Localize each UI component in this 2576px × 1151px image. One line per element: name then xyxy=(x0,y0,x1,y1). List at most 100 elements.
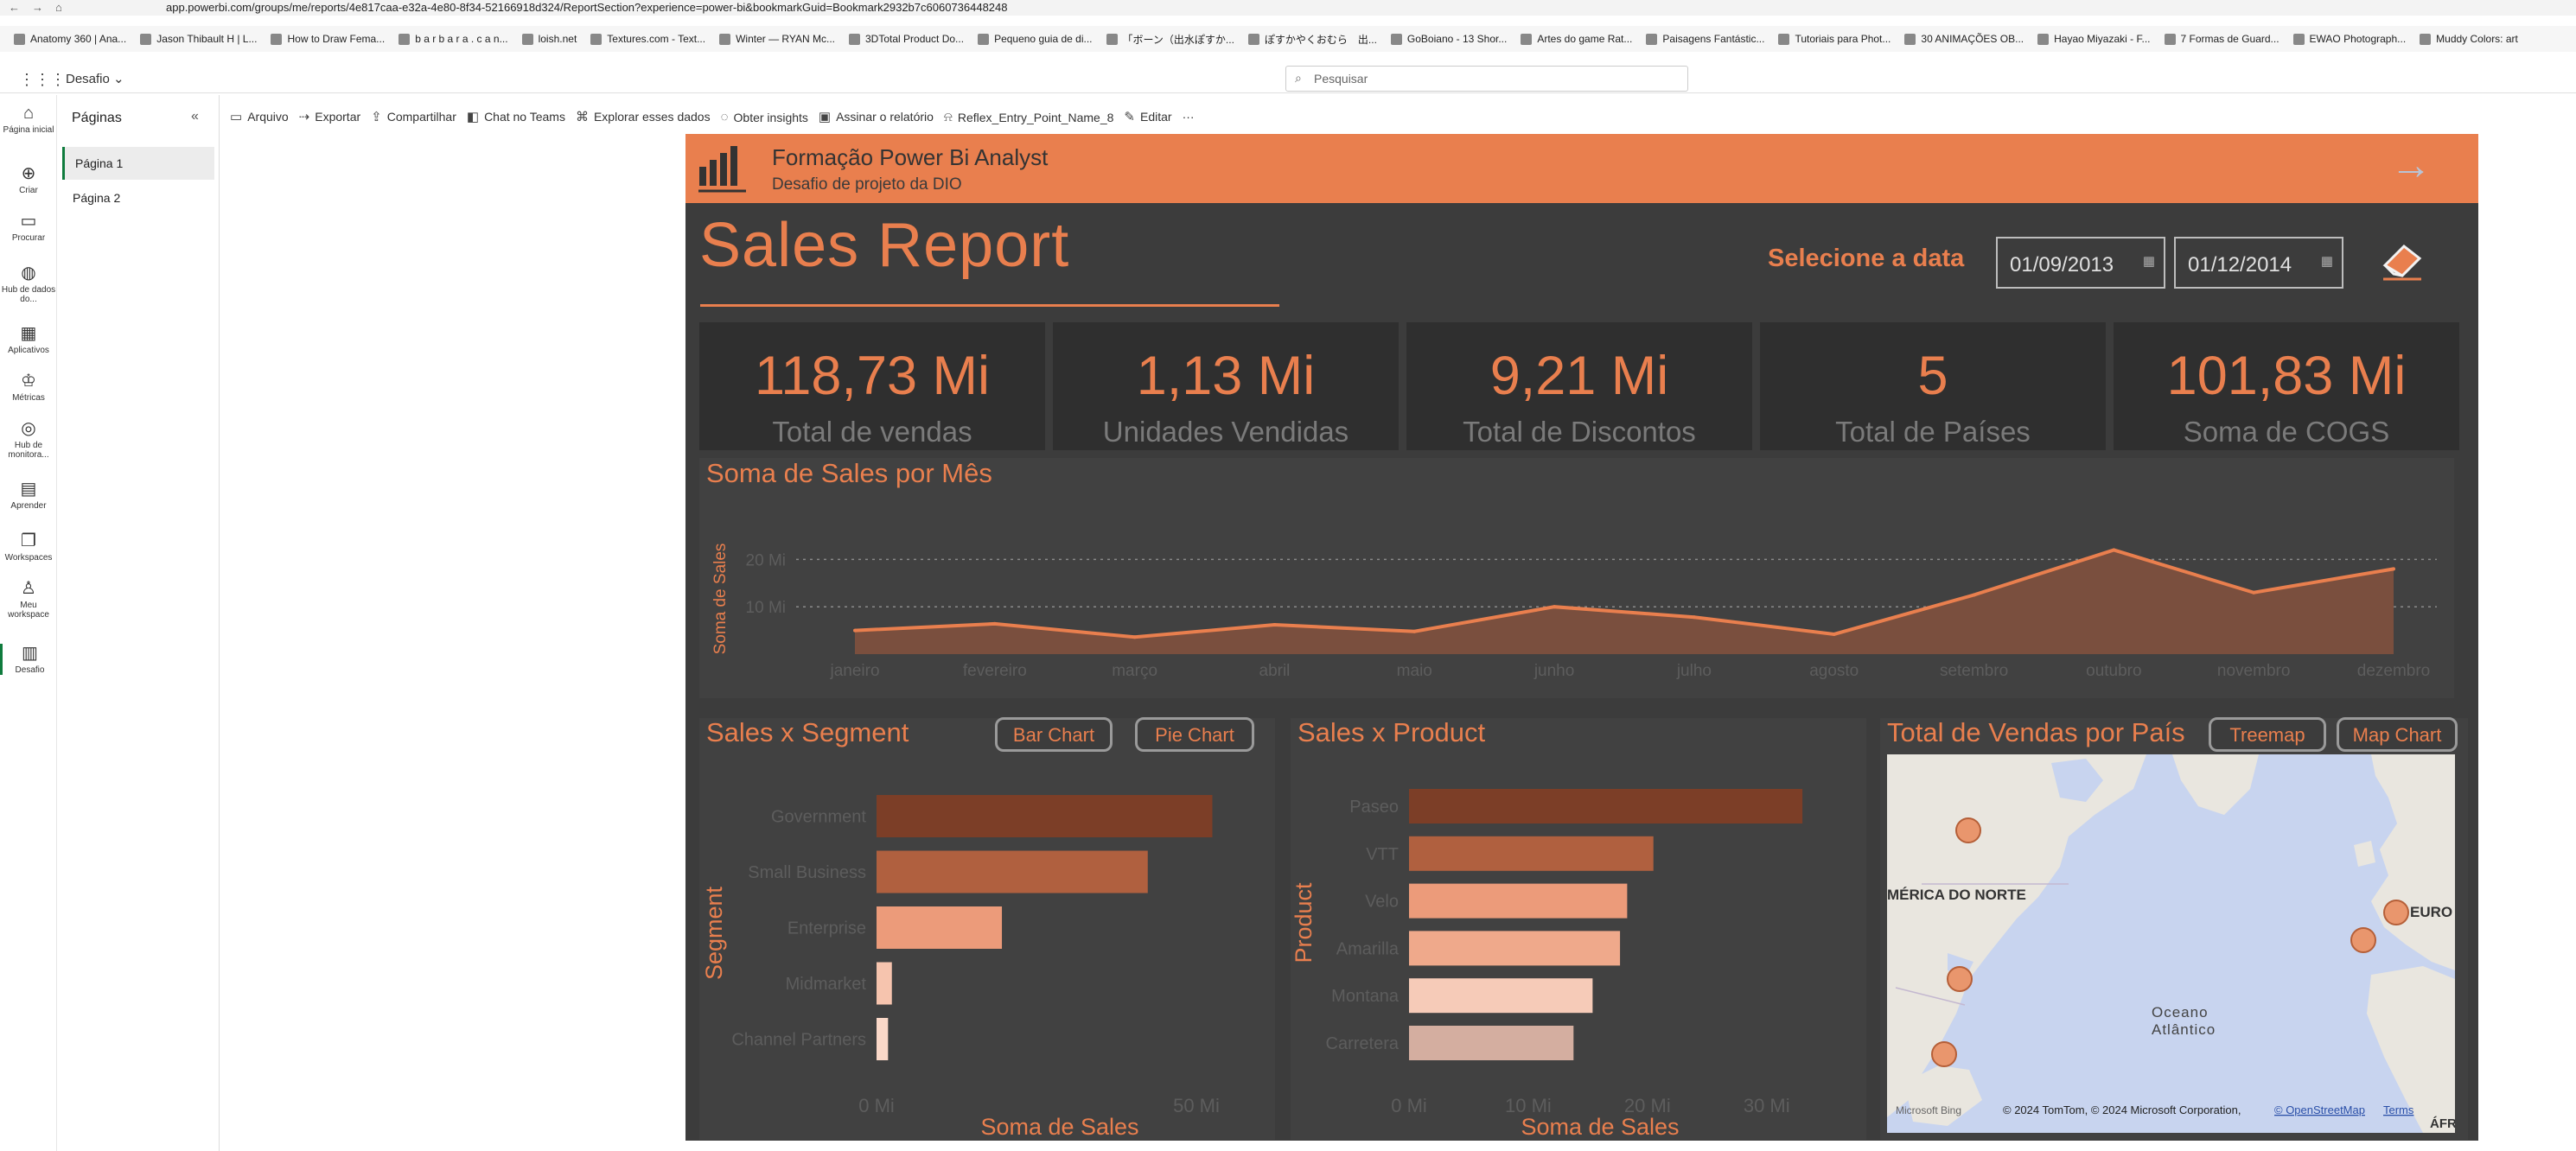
bookmark-item[interactable]: 7 Formas de Guard... xyxy=(2164,26,2280,52)
toolbar-item[interactable]: ◌ Obter insights xyxy=(721,103,808,132)
nav-item[interactable]: ⌂ Página inicial xyxy=(0,104,57,135)
bookmark-item[interactable]: Hayao Miyazaki - F... xyxy=(2037,26,2151,52)
bookmark-item[interactable]: b a r b a r a . c a n... xyxy=(399,26,508,52)
nav-item[interactable]: ❐ Workspaces xyxy=(0,531,57,563)
data-point[interactable] xyxy=(2252,590,2256,595)
pie-chart-button[interactable]: Pie Chart xyxy=(1135,717,1254,752)
nav-item[interactable]: ⊕ Criar xyxy=(0,164,57,195)
bookmark-item[interactable]: 「ボーン（出水ぽすか... xyxy=(1106,26,1234,52)
toolbar-item[interactable]: ✎ Editar xyxy=(1124,102,1171,131)
bookmark-label: loish.net xyxy=(538,33,577,45)
bookmark-favicon-icon xyxy=(2164,33,2176,45)
date-from-input[interactable]: 01/09/2013 ▦ xyxy=(1996,237,2165,289)
calendar-icon[interactable]: ▦ xyxy=(2321,253,2333,269)
map-chart-button[interactable]: Map Chart xyxy=(2337,717,2458,752)
next-arrow-icon[interactable]: → xyxy=(2390,144,2432,188)
product-bar-chart[interactable]: Paseo VTT Velo Amarilla Montana Carretera 0 Mi… xyxy=(1291,756,1866,1136)
data-point[interactable] xyxy=(1553,605,1557,609)
browser-nav-icons[interactable]: ←→⌂ xyxy=(9,1,74,14)
app-launcher-icon[interactable]: ⋮⋮⋮ xyxy=(19,71,66,89)
y-axis-title: Segment xyxy=(701,886,727,980)
bar[interactable] xyxy=(1409,836,1654,871)
calendar-icon[interactable]: ▦ xyxy=(2143,253,2155,269)
page-tab-1[interactable]: Página 1 xyxy=(62,147,214,180)
bookmark-item[interactable]: Winter — RYAN Mc... xyxy=(719,26,835,52)
nav-item[interactable]: ♔ Métricas xyxy=(0,372,57,403)
kpi-label: Total de Países xyxy=(1835,416,2031,448)
bookmark-item[interactable]: Artes do game Rat... xyxy=(1521,26,1632,52)
nav-item[interactable]: ▦ Aplicativos xyxy=(0,324,57,355)
bookmark-item[interactable]: Paisagens Fantástic... xyxy=(1646,26,1764,52)
data-point[interactable] xyxy=(1132,635,1137,639)
nav-item[interactable]: ◍ Hub de dados do... xyxy=(0,264,57,304)
toolbar-item[interactable]: ◧ Chat no Teams xyxy=(467,102,565,131)
bookmark-item[interactable]: Muddy Colors: art xyxy=(2420,26,2518,52)
bookmark-item[interactable]: Tutoriais para Phot... xyxy=(1778,26,1891,52)
bookmark-item[interactable]: How to Draw Fema... xyxy=(271,26,385,52)
bookmark-item[interactable]: Jason Thibault H | L... xyxy=(140,26,257,52)
data-point[interactable] xyxy=(2112,548,2116,552)
date-to-input[interactable]: 01/12/2014 ▦ xyxy=(2174,237,2343,289)
bookmark-item[interactable]: EWAO Photograph... xyxy=(2292,26,2406,52)
toolbar-item[interactable]: ▭ Arquivo xyxy=(230,102,289,131)
treemap-button[interactable]: Treemap xyxy=(2209,717,2326,752)
data-point[interactable] xyxy=(1832,632,1836,636)
data-point[interactable] xyxy=(1972,593,1976,597)
page-tab-2[interactable]: Página 2 xyxy=(62,181,214,214)
address-url[interactable]: app.powerbi.com/groups/me/reports/4e817c… xyxy=(166,1,1008,14)
bookmark-item[interactable]: loish.net xyxy=(521,26,577,52)
product-chart-title: Sales x Product xyxy=(1298,717,1486,747)
country-map[interactable]: MÉRICA DO NORTE EURO Oceano Atlântico ÁFR… xyxy=(1887,754,2455,1133)
data-point[interactable] xyxy=(853,628,857,633)
bookmark-item[interactable]: Pequeno guia de di... xyxy=(978,26,1093,52)
bar[interactable] xyxy=(1409,978,1593,1014)
toolbar-item[interactable]: ⌘ Explorar esses dados xyxy=(576,102,711,131)
kpi-card-total-vendas: 118,73 Mi Total de vendas xyxy=(699,322,1045,450)
bookmark-favicon-icon xyxy=(1646,33,1658,45)
category-label: Government xyxy=(771,808,866,827)
bar[interactable] xyxy=(877,795,1213,837)
nav-item[interactable]: ♙ Meu workspace xyxy=(0,579,57,620)
data-point[interactable] xyxy=(1692,615,1696,620)
line-chart[interactable]: 10 Mi 20 Mi janeiro fevereiro março abril maio… xyxy=(699,497,2454,696)
bar[interactable] xyxy=(1409,789,1803,824)
data-point[interactable] xyxy=(992,621,997,626)
bookmark-favicon-icon xyxy=(521,33,533,45)
search-input[interactable]: ⌕ Pesquisar xyxy=(1285,66,1688,92)
nav-item[interactable]: ◎ Hub de monitora... xyxy=(0,419,57,460)
bar[interactable] xyxy=(877,1018,889,1060)
bookmark-item[interactable]: 3DTotal Product Do... xyxy=(849,26,964,52)
bar[interactable] xyxy=(1409,883,1628,919)
nav-item[interactable]: ▭ Procurar xyxy=(0,212,57,243)
bookmark-favicon-icon xyxy=(1106,33,1118,45)
terms-link[interactable]: Terms xyxy=(2383,1103,2414,1116)
bookmark-item[interactable]: 30 ANIMAÇÕES OB... xyxy=(1904,26,2024,52)
toolbar-item[interactable]: ··· xyxy=(1183,102,1195,131)
bar[interactable] xyxy=(877,906,1003,949)
openstreetmap-link[interactable]: © OpenStreetMap xyxy=(2274,1103,2365,1116)
bar-chart-button[interactable]: Bar Chart xyxy=(995,717,1113,752)
bookmark-item[interactable]: GoBoiano - 13 Shor... xyxy=(1390,26,1507,52)
toolbar-item[interactable]: ⇢ Exportar xyxy=(299,102,361,131)
toolbar-item[interactable]: ⍾ Reflex_Entry_Point_Name_8 xyxy=(944,103,1113,132)
bar[interactable] xyxy=(877,850,1148,893)
bar[interactable] xyxy=(877,962,892,1005)
bookmark-item[interactable]: ぽすかやくおむら 出... xyxy=(1247,26,1377,52)
map-canvas[interactable]: MÉRICA DO NORTE EURO Oceano Atlântico ÁFR… xyxy=(1887,754,2455,1133)
data-point[interactable] xyxy=(2392,567,2395,571)
nav-item[interactable]: ▤ Aprender xyxy=(0,480,57,511)
toolbar-item[interactable]: ▣ Assinar o relatório xyxy=(819,102,934,131)
bar[interactable] xyxy=(1409,931,1621,966)
segment-bar-chart[interactable]: Government Small Business Enterprise Midmar… xyxy=(699,756,1275,1136)
data-point[interactable] xyxy=(1272,623,1277,627)
nav-item[interactable]: ▥ Desafio xyxy=(0,644,57,675)
bookmark-item[interactable]: Textures.com - Text... xyxy=(590,26,705,52)
data-hub-icon: ◍ xyxy=(21,264,36,283)
toolbar-item[interactable]: ⇪ Compartilhar xyxy=(371,102,456,131)
bar[interactable] xyxy=(1409,1026,1574,1060)
data-point[interactable] xyxy=(1412,629,1417,633)
workspace-name[interactable]: Desafio ⌄ xyxy=(66,71,124,86)
eraser-icon[interactable] xyxy=(2380,239,2425,283)
bookmark-item[interactable]: Anatomy 360 | Ana... xyxy=(14,26,126,52)
collapse-icon[interactable]: « xyxy=(191,109,199,124)
